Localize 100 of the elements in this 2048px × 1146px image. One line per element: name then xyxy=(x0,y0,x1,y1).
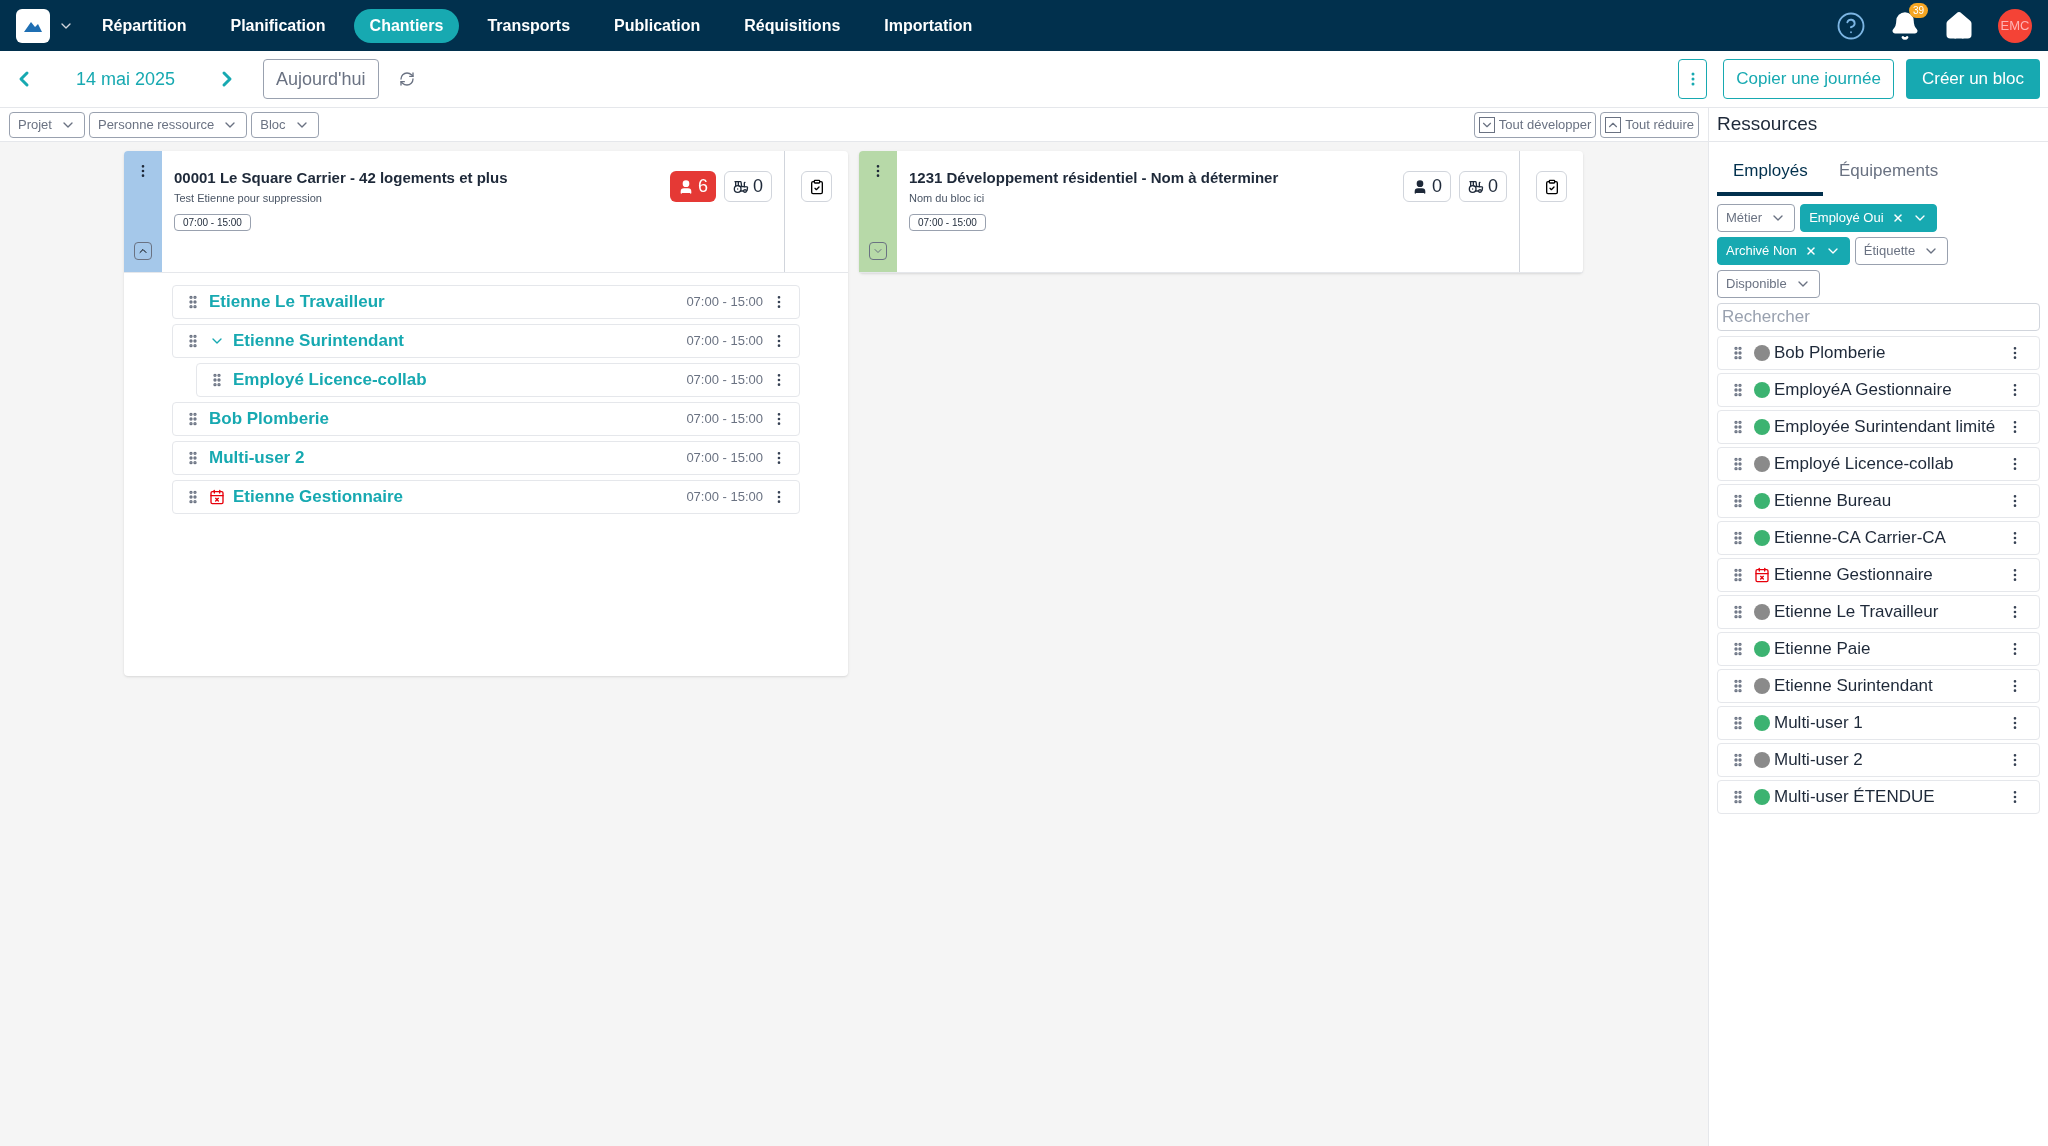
shift-hours: 07:00 - 15:00 xyxy=(686,332,763,351)
shift-hours: 07:00 - 15:00 xyxy=(686,410,763,429)
resource-name: EmployéA Gestionnaire xyxy=(1774,379,1952,402)
block-subtitle: Test Etienne pour suppression xyxy=(174,190,323,206)
employee-name[interactable]: Bob Plomberie xyxy=(209,406,329,432)
resource-name: Etienne Bureau xyxy=(1774,490,1892,513)
people-count-badge[interactable]: 6 xyxy=(669,171,716,202)
tractor-icon xyxy=(733,178,749,195)
expand-all-button[interactable]: Tout développer xyxy=(1473,111,1597,138)
chevron-down-icon xyxy=(1478,116,1495,133)
resource-name: Employé Licence-collab xyxy=(1774,453,1954,476)
collapse-all-button[interactable]: Tout réduire xyxy=(1600,111,1699,138)
calendar-x-icon xyxy=(1754,567,1770,583)
resource-name: Etienne-CA Carrier-CA xyxy=(1774,527,1946,550)
resource-row[interactable]: Etienne Paie xyxy=(1717,632,2040,666)
nav-tab[interactable]: Planification xyxy=(214,8,342,43)
more-options-button[interactable] xyxy=(1678,59,1708,99)
hours-tag: 07:00 - 15:00 xyxy=(174,214,251,231)
resource-name: Multi-user 2 xyxy=(1774,749,1863,772)
resource-row[interactable]: Etienne-CA Carrier-CA xyxy=(1717,521,2040,555)
employee-row[interactable]: Employé Licence-collab 07:00 - 15:00 xyxy=(196,363,800,397)
nav-tab[interactable]: Transports xyxy=(471,8,587,43)
notification-badge: 39 xyxy=(1908,2,1928,18)
refresh-icon[interactable] xyxy=(398,71,415,87)
calendar-x-icon xyxy=(209,489,225,505)
resource-tab[interactable]: Équipements xyxy=(1823,150,1955,196)
resource-row[interactable]: EmployéA Gestionnaire xyxy=(1717,373,2040,407)
filter-dropdown[interactable]: Personne ressource xyxy=(88,111,248,138)
employee-row[interactable]: Etienne Surintendant 07:00 - 15:00 xyxy=(172,324,800,358)
filter-chip[interactable]: Disponible xyxy=(1717,270,1820,298)
equipment-count-badge[interactable]: 0 xyxy=(1459,171,1507,202)
clipboard-button[interactable] xyxy=(1536,171,1567,202)
employee-row[interactable]: Etienne Le Travailleur 07:00 - 15:00 xyxy=(172,285,800,319)
filter-chip[interactable]: Archivé Non xyxy=(1717,237,1850,265)
resource-name: Multi-user ÉTENDUE xyxy=(1774,786,1935,809)
resource-name: Employée Surintendant limité xyxy=(1774,416,1996,439)
help-icon[interactable] xyxy=(1836,10,1866,41)
resource-row[interactable]: Multi-user 2 xyxy=(1717,743,2040,777)
employee-name[interactable]: Etienne Surintendant xyxy=(233,328,404,354)
clipboard-button[interactable] xyxy=(801,171,832,202)
filter-dropdown[interactable]: Bloc xyxy=(251,111,319,138)
employee-row[interactable]: Etienne Gestionnaire 07:00 - 15:00 xyxy=(172,480,800,514)
search-field[interactable]: Rechercher xyxy=(1717,303,2040,331)
shift-hours: 07:00 - 15:00 xyxy=(686,371,763,390)
resource-row[interactable]: Multi-user 1 xyxy=(1717,706,2040,740)
hours-tag: 07:00 - 15:00 xyxy=(909,214,986,231)
resource-name: Multi-user 1 xyxy=(1774,712,1863,735)
employee-name[interactable]: Etienne Le Travailleur xyxy=(209,289,385,315)
resource-row[interactable]: Employé Licence-collab xyxy=(1717,447,2040,481)
equipment-count-badge[interactable]: 0 xyxy=(724,171,772,202)
nav-tab[interactable]: Importation xyxy=(868,8,989,43)
employee-name[interactable]: Employé Licence-collab xyxy=(233,367,427,393)
collapse-toggle[interactable] xyxy=(869,242,887,260)
resource-name: Etienne Paie xyxy=(1774,638,1871,661)
resource-tab[interactable]: Employés xyxy=(1717,150,1823,196)
clear-icon[interactable] xyxy=(1891,212,1904,224)
clipboard-check-icon xyxy=(1543,178,1560,195)
today-button[interactable]: Aujourd'hui xyxy=(263,59,379,99)
resource-name: Etienne Le Travailleur xyxy=(1774,601,1939,624)
filter-dropdown[interactable]: Projet xyxy=(9,111,85,138)
panel-title: Ressources xyxy=(1709,108,2048,142)
nav-tab[interactable]: Réquisitions xyxy=(728,8,857,43)
resource-row[interactable]: Multi-user ÉTENDUE xyxy=(1717,780,2040,814)
resource-name: Bob Plomberie xyxy=(1774,342,1886,365)
employee-row[interactable]: Bob Plomberie 07:00 - 15:00 xyxy=(172,402,800,436)
copy-day-button[interactable]: Copier une journée xyxy=(1723,59,1894,99)
block-title: 1231 Développement résidentiel - Nom à déterminer xyxy=(909,168,1280,188)
current-date[interactable]: 14 mai 2025 xyxy=(76,65,176,93)
employee-row[interactable]: Multi-user 2 07:00 - 15:00 xyxy=(172,441,800,475)
filter-chip[interactable]: Métier xyxy=(1717,204,1796,232)
filter-chip[interactable]: Étiquette xyxy=(1854,237,1949,265)
more-icon xyxy=(1690,72,1695,86)
shift-hours: 07:00 - 15:00 xyxy=(686,449,763,468)
create-block-button[interactable]: Créer un bloc xyxy=(1905,59,2040,99)
resource-row[interactable]: Etienne Gestionnaire xyxy=(1717,558,2040,592)
resource-row[interactable]: Etienne Le Travailleur xyxy=(1717,595,2040,629)
employee-name[interactable]: Multi-user 2 xyxy=(209,445,305,471)
shift-hours: 07:00 - 15:00 xyxy=(686,293,763,312)
resource-row[interactable]: Bob Plomberie xyxy=(1717,336,2040,370)
clear-icon[interactable] xyxy=(1804,245,1817,257)
resource-row[interactable]: Employée Surintendant limité xyxy=(1717,410,2040,444)
nav-tab[interactable]: Répartition xyxy=(86,8,203,43)
collapse-toggle[interactable] xyxy=(134,242,152,260)
filter-chip[interactable]: Employé Oui xyxy=(1800,204,1937,232)
people-count-badge[interactable]: 0 xyxy=(1402,171,1451,202)
resource-name: Etienne Gestionnaire xyxy=(1774,564,1933,587)
logo-icon[interactable] xyxy=(16,8,50,43)
shift-hours: 07:00 - 15:00 xyxy=(686,488,763,507)
block-subtitle: Nom du bloc ici xyxy=(909,190,986,206)
nav-tab[interactable]: Publication xyxy=(598,8,717,43)
resource-row[interactable]: Etienne Surintendant xyxy=(1717,669,2040,703)
employee-name[interactable]: Etienne Gestionnaire xyxy=(233,484,404,510)
clipboard-check-icon xyxy=(808,178,825,195)
home-icon[interactable] xyxy=(1944,10,1974,41)
block-title: 00001 Le Square Carrier - 42 logements et plus xyxy=(174,168,509,188)
resource-name: Etienne Surintendant xyxy=(1774,675,1933,698)
chevron-up-icon xyxy=(1605,116,1622,133)
nav-tab[interactable]: Chantiers xyxy=(353,8,460,43)
resource-row[interactable]: Etienne Bureau xyxy=(1717,484,2040,518)
tractor-icon xyxy=(1468,178,1484,195)
